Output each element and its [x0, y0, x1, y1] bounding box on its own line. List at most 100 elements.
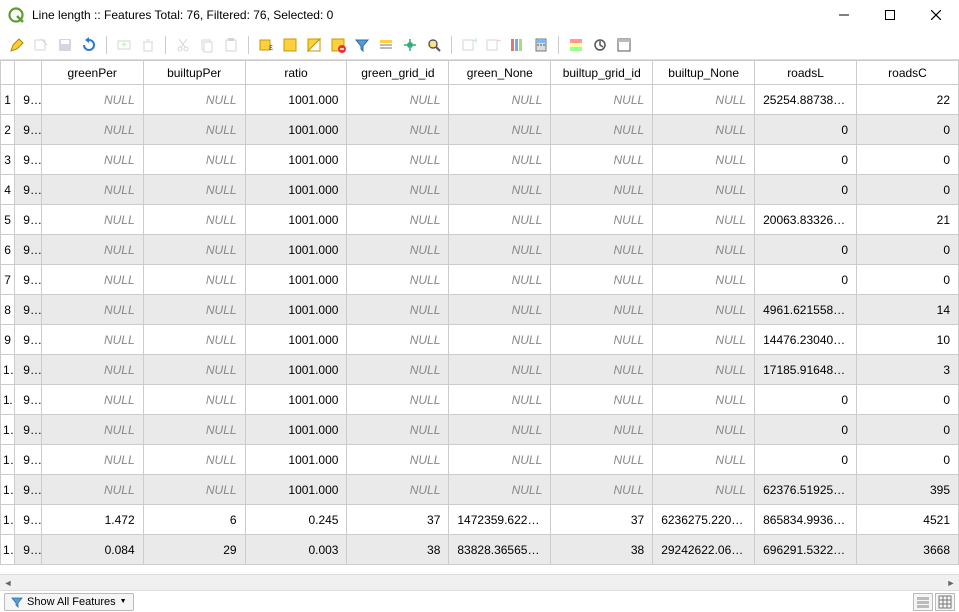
new-field-button[interactable]: +: [458, 34, 480, 56]
table-row[interactable]: 12953...NULLNULL1001.000NULLNULLNULLNULL…: [1, 415, 959, 445]
table-row[interactable]: 10953...NULLNULL1001.000NULLNULLNULLNULL…: [1, 355, 959, 385]
row-number[interactable]: 6: [1, 235, 15, 265]
cell[interactable]: NULL: [449, 235, 551, 265]
cell[interactable]: NULL: [551, 145, 653, 175]
row-number[interactable]: 8: [1, 295, 15, 325]
cell[interactable]: NULL: [41, 295, 143, 325]
cell[interactable]: 0: [857, 445, 959, 475]
cell[interactable]: 0.245: [245, 505, 347, 535]
cell[interactable]: NULL: [347, 85, 449, 115]
zoom-to-selected-button[interactable]: [423, 34, 445, 56]
cell[interactable]: NULL: [347, 235, 449, 265]
cell[interactable]: 4521: [857, 505, 959, 535]
column-header[interactable]: roadsL: [755, 61, 857, 85]
form-view-button[interactable]: [913, 593, 933, 611]
add-feature-button[interactable]: +: [113, 34, 135, 56]
cell[interactable]: NULL: [143, 85, 245, 115]
cell[interactable]: 14476.23040969...: [755, 325, 857, 355]
table-row[interactable]: 3953...NULLNULL1001.000NULLNULLNULLNULL0…: [1, 145, 959, 175]
cell[interactable]: 0: [755, 265, 857, 295]
table-row[interactable]: 6953...NULLNULL1001.000NULLNULLNULLNULL0…: [1, 235, 959, 265]
cell[interactable]: 0: [857, 265, 959, 295]
cell[interactable]: 953...: [15, 115, 41, 145]
deselect-all-button[interactable]: [327, 34, 349, 56]
conditional-formatting-button[interactable]: [565, 34, 587, 56]
cell[interactable]: NULL: [41, 115, 143, 145]
cell[interactable]: 953...: [15, 295, 41, 325]
cell[interactable]: 953...: [15, 505, 41, 535]
cell[interactable]: NULL: [347, 175, 449, 205]
row-number[interactable]: 3: [1, 145, 15, 175]
cell[interactable]: 14: [857, 295, 959, 325]
cell[interactable]: NULL: [653, 385, 755, 415]
cell[interactable]: 3: [857, 355, 959, 385]
column-header[interactable]: [15, 61, 41, 85]
toggle-edit-button[interactable]: [6, 34, 28, 56]
cell[interactable]: NULL: [449, 205, 551, 235]
cell[interactable]: 0: [857, 415, 959, 445]
table-view-button[interactable]: [935, 593, 955, 611]
cell[interactable]: 0: [755, 115, 857, 145]
column-header[interactable]: builtup_None: [653, 61, 755, 85]
cell[interactable]: NULL: [449, 295, 551, 325]
cell[interactable]: 0: [857, 145, 959, 175]
cell[interactable]: 0: [857, 115, 959, 145]
cell[interactable]: NULL: [449, 385, 551, 415]
row-number[interactable]: 7: [1, 265, 15, 295]
scroll-track[interactable]: [16, 575, 943, 591]
cell[interactable]: NULL: [143, 115, 245, 145]
cell[interactable]: NULL: [449, 265, 551, 295]
row-number[interactable]: 13: [1, 445, 15, 475]
cell[interactable]: NULL: [41, 175, 143, 205]
cell[interactable]: 0: [857, 235, 959, 265]
scroll-right-icon[interactable]: ►: [943, 575, 959, 591]
column-header[interactable]: builtup_grid_id: [551, 61, 653, 85]
cell[interactable]: NULL: [551, 325, 653, 355]
reload-button[interactable]: [78, 34, 100, 56]
cell[interactable]: 1001.000: [245, 265, 347, 295]
cell[interactable]: 3668: [857, 535, 959, 565]
column-header[interactable]: greenPer: [41, 61, 143, 85]
cell[interactable]: 953...: [15, 355, 41, 385]
cell[interactable]: 953...: [15, 535, 41, 565]
move-selection-top-button[interactable]: [375, 34, 397, 56]
cell[interactable]: 29: [143, 535, 245, 565]
table-row[interactable]: 9953...NULLNULL1001.000NULLNULLNULLNULL1…: [1, 325, 959, 355]
cell[interactable]: 395: [857, 475, 959, 505]
row-number[interactable]: 5: [1, 205, 15, 235]
cell[interactable]: 0: [755, 175, 857, 205]
table-row[interactable]: 14953...NULLNULL1001.000NULLNULLNULLNULL…: [1, 475, 959, 505]
cell[interactable]: NULL: [143, 475, 245, 505]
delete-features-button[interactable]: [137, 34, 159, 56]
cut-button[interactable]: [172, 34, 194, 56]
cell[interactable]: NULL: [143, 355, 245, 385]
row-number[interactable]: 12: [1, 415, 15, 445]
cell[interactable]: NULL: [449, 325, 551, 355]
cell[interactable]: 37: [347, 505, 449, 535]
table-row[interactable]: 2953...NULLNULL1001.000NULLNULLNULLNULL0…: [1, 115, 959, 145]
select-all-button[interactable]: [279, 34, 301, 56]
cell[interactable]: NULL: [551, 415, 653, 445]
cell[interactable]: 953...: [15, 415, 41, 445]
table-row[interactable]: 11953...NULLNULL1001.000NULLNULLNULLNULL…: [1, 385, 959, 415]
cell[interactable]: NULL: [551, 85, 653, 115]
cell[interactable]: NULL: [347, 385, 449, 415]
cell[interactable]: NULL: [143, 325, 245, 355]
cell[interactable]: 1001.000: [245, 145, 347, 175]
cell[interactable]: NULL: [551, 265, 653, 295]
cell[interactable]: 696291.5322122...: [755, 535, 857, 565]
cell[interactable]: 0.003: [245, 535, 347, 565]
cell[interactable]: NULL: [653, 145, 755, 175]
cell[interactable]: NULL: [551, 445, 653, 475]
cell[interactable]: 1001.000: [245, 295, 347, 325]
column-header[interactable]: green_None: [449, 61, 551, 85]
cell[interactable]: 953...: [15, 235, 41, 265]
cell[interactable]: 1001.000: [245, 85, 347, 115]
cell[interactable]: 1472359.622126...: [449, 505, 551, 535]
delete-field-button[interactable]: −: [482, 34, 504, 56]
cell[interactable]: NULL: [41, 205, 143, 235]
cell[interactable]: 21: [857, 205, 959, 235]
cell[interactable]: NULL: [653, 175, 755, 205]
cell[interactable]: NULL: [41, 145, 143, 175]
cell[interactable]: 0.084: [41, 535, 143, 565]
